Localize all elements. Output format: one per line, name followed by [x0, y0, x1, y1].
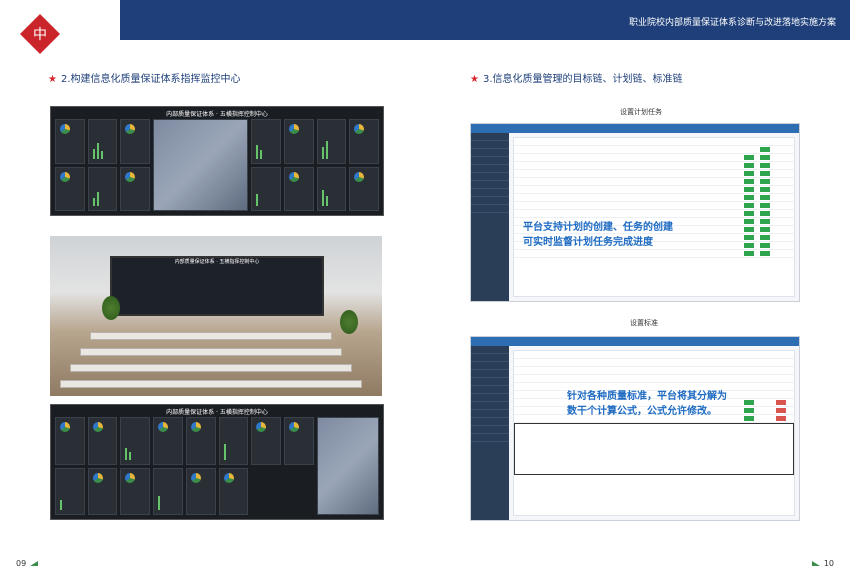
standard-overlay: 针对各种质量标准，平台将其分解为 数干个计算公式，公式允许修改。 — [567, 389, 727, 419]
pie-icon — [158, 422, 169, 432]
plan-overlay-line1: 平台支持计划的创建、任务的创建 — [523, 222, 673, 233]
pie-icon — [60, 124, 70, 134]
dashboard-tile — [87, 417, 118, 465]
pie-icon — [288, 124, 299, 134]
map-tile — [153, 119, 249, 211]
dashboard-tile — [55, 417, 85, 465]
dashboard-tile — [251, 417, 281, 465]
dashboard-tile — [185, 417, 216, 465]
page-number-right: 10 — [823, 559, 834, 568]
dashboard-tile — [283, 417, 314, 465]
dashboard-tile — [87, 467, 118, 515]
section-title-right: ★ 3.信息化质量管理的目标链、计划链、标准链 — [470, 70, 683, 85]
dashboard-title: 内部质量保证体系 · 五横指挥控制中心 — [166, 409, 268, 416]
desk — [80, 348, 342, 356]
desk — [70, 364, 352, 372]
task-table — [513, 137, 795, 297]
dashboard-tile — [120, 417, 151, 465]
dashboard-tile — [349, 119, 379, 164]
dashboard-tiles — [55, 119, 379, 211]
control-room-photo: 内部质量保证体系 · 五横指挥控制中心 — [50, 236, 382, 396]
pie-icon — [288, 422, 299, 432]
header-logo-band — [0, 0, 120, 40]
corner-mark-icon — [30, 561, 38, 566]
video-wall: 内部质量保证体系 · 五横指挥控制中心 — [110, 256, 324, 316]
caption-plan: 设置计划任务 — [620, 108, 662, 116]
dashboard-tile — [316, 166, 347, 211]
dashboard-tile — [153, 417, 183, 465]
pie-icon — [354, 171, 365, 182]
dashboard-tile — [185, 467, 216, 515]
pie-icon — [223, 472, 234, 483]
dashboard-tile — [87, 166, 118, 211]
desk — [90, 332, 332, 340]
pie-icon — [92, 472, 103, 483]
star-icon: ★ — [48, 74, 57, 85]
dashboard-title: 内部质量保证体系 · 五横指挥控制中心 — [166, 111, 268, 118]
app-topbar — [471, 124, 799, 133]
app-sidebar — [471, 133, 509, 301]
pie-icon — [125, 171, 136, 182]
plan-overlay: 平台支持计划的创建、任务的创建 可实时监督计划任务完成进度 — [523, 220, 673, 250]
standard-screenshot: 针对各种质量标准，平台将其分解为 数干个计算公式，公式允许修改。 — [470, 336, 800, 521]
plant-icon — [102, 296, 120, 320]
star-icon: ★ — [470, 74, 479, 85]
pie-icon — [190, 422, 201, 432]
app-topbar — [471, 337, 799, 346]
pie-icon — [354, 124, 365, 134]
pie-icon — [125, 124, 136, 134]
standard-overlay-line1: 针对各种质量标准，平台将其分解为 — [567, 391, 727, 402]
section-left-text: 2.构建信息化质量保证体系指挥监控中心 — [60, 74, 241, 85]
standard-form — [513, 350, 795, 516]
pie-icon — [92, 422, 103, 432]
dashboard-tile — [316, 119, 347, 164]
dashboard-tile — [120, 166, 151, 211]
dashboard-panel-top: 内部质量保证体系 · 五横指挥控制中心 — [50, 106, 384, 216]
header-bar: 中 职业院校内部质量保证体系诊断与改进落地实施方案 — [0, 0, 850, 54]
dashboard-tile — [55, 467, 85, 515]
svg-text:中: 中 — [33, 27, 47, 43]
app-sidebar — [471, 346, 509, 520]
caption-standard: 设置标准 — [630, 319, 658, 327]
dashboard-tile — [87, 119, 118, 164]
dashboard-tiles — [55, 417, 379, 515]
pie-icon — [60, 422, 70, 432]
dashboard-tile — [153, 467, 183, 515]
pie-icon — [190, 472, 201, 483]
header-title: 职业院校内部质量保证体系诊断与改进落地实施方案 — [628, 18, 836, 28]
pie-icon — [288, 171, 299, 182]
dashboard-tile — [55, 119, 85, 164]
dashboard-tile — [349, 166, 379, 211]
plan-task-screenshot: 平台支持计划的创建、任务的创建 可实时监督计划任务完成进度 — [470, 123, 800, 302]
section-title-left: ★ 2.构建信息化质量保证体系指挥监控中心 — [48, 70, 241, 85]
dashboard-tile — [218, 467, 249, 515]
pie-icon — [125, 472, 136, 483]
dashboard-tile — [283, 119, 314, 164]
corner-mark-icon — [812, 561, 820, 566]
pie-icon — [60, 171, 70, 182]
standard-overlay-line2: 数干个计算公式，公式允许修改。 — [567, 406, 717, 417]
dashboard-tile — [251, 166, 281, 211]
plan-overlay-line2: 可实时监督计划任务完成进度 — [523, 237, 653, 248]
dashboard-tile — [251, 119, 281, 164]
desk — [60, 380, 362, 388]
plant-icon — [340, 310, 358, 334]
dashboard-tile — [55, 166, 85, 211]
dashboard-panel-bottom: 内部质量保证体系 · 五横指挥控制中心 — [50, 404, 384, 520]
dashboard-tile — [120, 119, 151, 164]
logo-icon: 中 — [20, 14, 60, 54]
dashboard-tile — [218, 417, 249, 465]
page-number-left: 09 — [16, 559, 27, 568]
section-right-text: 3.信息化质量管理的目标链、计划链、标准链 — [482, 74, 683, 85]
map-tile — [316, 417, 379, 515]
dashboard-tile — [120, 467, 151, 515]
dashboard-tile — [283, 166, 314, 211]
pie-icon — [256, 422, 267, 432]
